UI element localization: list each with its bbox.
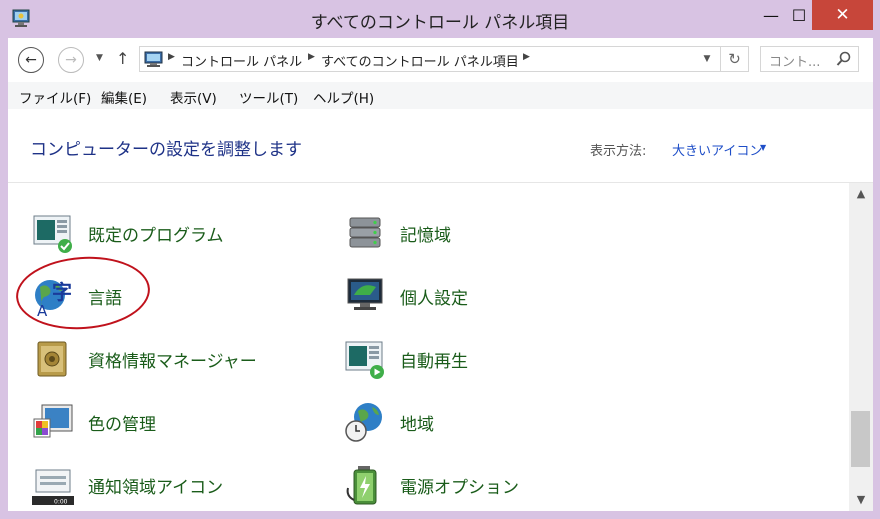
vertical-scrollbar[interactable]: ▲ ▼ [849,183,873,511]
breadcrumb-separator-icon[interactable]: ▶ [168,52,175,62]
region-icon [345,403,382,442]
refresh-button[interactable]: ↻ [721,46,749,72]
back-button[interactable]: ← [18,47,44,73]
clock-time: 0:00 [54,499,68,506]
color-management-icon [33,404,73,438]
scroll-up-button[interactable]: ▲ [849,187,873,200]
item-autoplay[interactable]: 自動再生 [344,337,468,381]
minimize-button[interactable]: — [757,0,785,30]
address-dropdown-button[interactable]: ▼ [696,46,718,72]
chevron-down-icon[interactable]: ▼ [760,143,766,152]
item-credential-manager[interactable]: 資格情報マネージャー [32,337,257,381]
autoplay-icon [345,341,384,379]
up-button[interactable]: ↑ [116,49,129,68]
search-box[interactable]: コント... [760,46,859,72]
personalization-icon [347,278,383,310]
item-label: 記憶域 [400,225,451,246]
notification-area-icon: 0:00 [32,469,74,506]
breadcrumb-all-items[interactable]: すべてのコントロール パネル項目 [321,51,519,70]
breadcrumb-control-panel[interactable]: コントロール パネル [181,51,302,70]
item-notification-area-icons[interactable]: 0:00 通知領域アイコン [32,463,223,507]
menu-tools[interactable]: ツール(T) [239,87,298,107]
explorer-window: すべてのコントロール パネル項目 — ☐ ✕ ← → ▼ ↑ ▶ コントロール … [0,0,880,519]
item-label: 電源オプション [400,477,519,498]
search-placeholder: コント... [769,55,821,70]
forward-button[interactable]: → [58,47,84,73]
item-power-options[interactable]: 電源オプション [344,463,519,507]
power-options-icon [346,466,377,505]
item-label: 通知領域アイコン [88,477,224,498]
storage-spaces-icon [349,217,381,248]
item-label: 個人設定 [400,288,468,309]
item-color-management[interactable]: 色の管理 [32,400,156,444]
menu-bar: ファイル(F) 編集(E) 表示(V) ツール(T) ヘルプ(H) [8,82,873,110]
items-list: 既定のプログラム 字 A 言語 資格情報マネージャー 色の管理 0:00 通知領… [8,183,849,511]
credential-manager-icon [37,341,67,377]
menu-file[interactable]: ファイル(F) [19,87,91,107]
item-region[interactable]: 地域 [344,400,434,444]
menu-edit[interactable]: 編集(E) [101,87,147,107]
scrollbar-thumb[interactable] [851,411,870,467]
view-by-dropdown[interactable]: 大きいアイコン [672,140,762,159]
control-panel-icon [144,51,163,67]
title-bar[interactable]: すべてのコントロール パネル項目 — ☐ ✕ [0,0,880,38]
breadcrumb-separator-icon[interactable]: ▶ [308,52,315,62]
item-label: 地域 [400,414,434,435]
item-default-programs[interactable]: 既定のプログラム [32,211,224,255]
scroll-down-button[interactable]: ▼ [849,493,873,506]
default-programs-icon [33,215,72,253]
menu-help[interactable]: ヘルプ(H) [313,87,374,107]
navigation-bar: ← → ▼ ↑ ▶ コントロール パネル ▶ すべてのコントロール パネル項目 … [8,38,873,82]
item-label: 色の管理 [88,414,156,435]
page-heading: コンピューターの設定を調整します [30,140,302,160]
recent-locations-button[interactable]: ▼ [96,53,103,63]
cut-off-item-icon [350,183,390,187]
address-bar[interactable]: ▶ コントロール パネル ▶ すべてのコントロール パネル項目 ▶ [139,46,721,72]
item-personalization[interactable]: 個人設定 [344,274,468,318]
breadcrumb-separator-icon[interactable]: ▶ [523,52,530,62]
window-title: すべてのコントロール パネル項目 [310,13,570,33]
item-label: 既定のプログラム [88,225,224,246]
menu-view[interactable]: 表示(V) [170,87,217,107]
item-storage-spaces[interactable]: 記憶域 [344,211,451,255]
cut-off-item-icon [38,183,78,187]
item-label: 資格情報マネージャー [88,351,257,372]
maximize-button[interactable]: ☐ [785,0,813,30]
item-label: 自動再生 [400,351,468,372]
close-button[interactable]: ✕ [812,0,873,30]
view-by-label: 表示方法: [590,144,647,159]
window-frame-bottom [0,511,880,519]
search-icon[interactable] [836,50,852,68]
